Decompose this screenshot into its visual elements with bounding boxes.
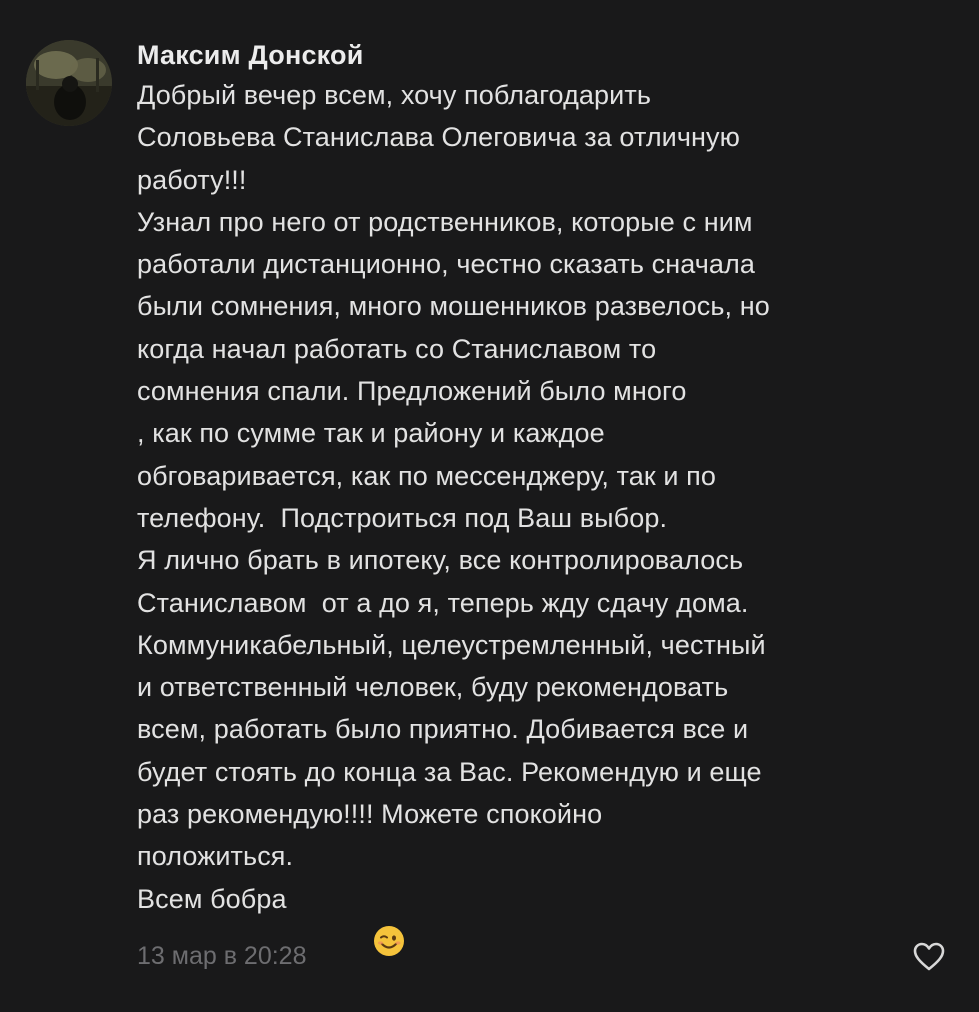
avatar-image xyxy=(26,40,112,126)
comment-timestamp: 13 мар в 20:28 xyxy=(137,942,307,970)
comment-line: будет стоять до конца за Вас. Рекомендую… xyxy=(137,756,762,787)
comment-line: Коммуникабельный, целеустремленный, чест… xyxy=(137,629,766,660)
comment-line: работу!!! xyxy=(137,164,247,195)
comment-line: когда начал работать со Станиславом то xyxy=(137,333,657,364)
comment-body: Максим Донской Добрый вечер всем, хочу п… xyxy=(137,36,967,957)
comment-line: раз рекомендую!!!! Можете спокойно xyxy=(137,799,603,830)
comment-line: Добрый вечер всем, хочу поблагодарить xyxy=(137,80,651,110)
comment-line: были сомнения, много мошенников развелос… xyxy=(137,291,770,322)
comment-line: обговаривается, как по мессенджеру, так … xyxy=(137,460,717,491)
comment-line: сомнения спали. Предложений было много xyxy=(137,376,687,407)
heart-outline-icon xyxy=(913,942,945,971)
comment-line: Соловьева Станислава Олеговича за отличн… xyxy=(137,122,740,153)
comment-line: Я лично брать в ипотеку, все контролиров… xyxy=(137,545,744,576)
comment-text: Добрый вечер всем, хочу поблагодарить Со… xyxy=(137,74,967,957)
winking-face-emoji-icon xyxy=(297,883,404,957)
comment-item: Максим Донской Добрый вечер всем, хочу п… xyxy=(0,0,979,1000)
comment-line: , как по сумме так и району и каждое xyxy=(137,418,605,449)
comment-last-line: Всем бобра xyxy=(137,878,967,957)
author-name[interactable]: Максим Донской xyxy=(137,36,967,74)
avatar[interactable] xyxy=(26,40,112,126)
comment-line: Станиславом от а до я, теперь жду сдачу … xyxy=(137,587,749,618)
like-button[interactable] xyxy=(913,942,945,972)
comment-line: и ответственный человек, буду рекомендов… xyxy=(137,672,729,703)
comment-line: телефону. Подстроиться под Ваш выбор. xyxy=(137,502,668,533)
comment-line: Всем бобра xyxy=(137,883,287,914)
comment-line: всем, работать было приятно. Добивается … xyxy=(137,714,749,745)
comment-line: Узнал про него от родственников, которые… xyxy=(137,206,753,237)
comment-line: работали дистанционно, честно сказать сн… xyxy=(137,249,755,280)
comment-line: положиться. xyxy=(137,841,294,872)
